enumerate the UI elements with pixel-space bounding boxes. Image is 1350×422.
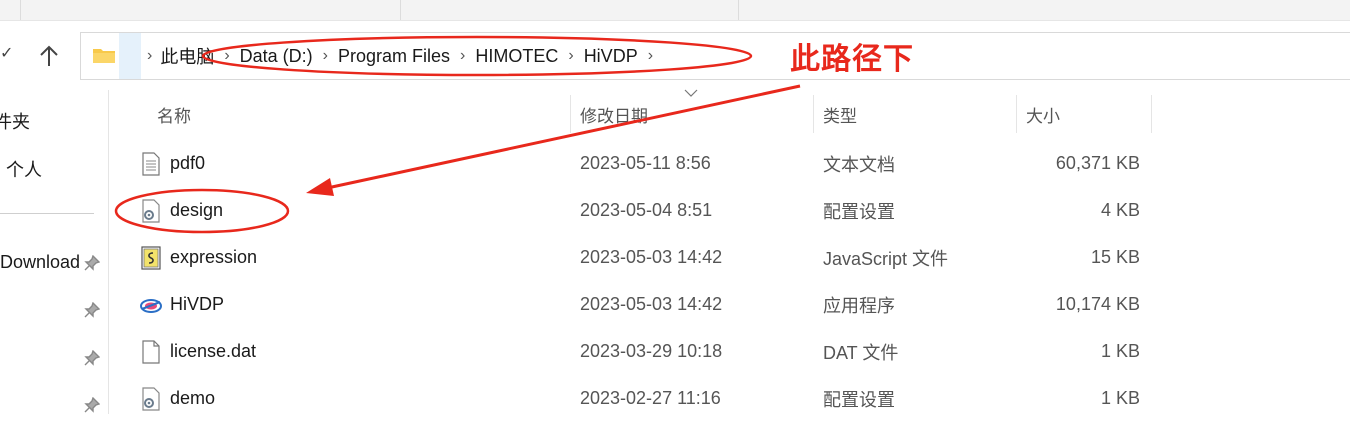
- annotation-ellipse-path: [201, 35, 753, 77]
- annotation-arrow: [317, 84, 801, 192]
- annotation-label: 此路径下: [790, 43, 914, 76]
- annotation-ellipse-design: [114, 188, 290, 234]
- annotation-overlay: [114, 35, 801, 234]
- annotation-arrowhead: [306, 178, 334, 196]
